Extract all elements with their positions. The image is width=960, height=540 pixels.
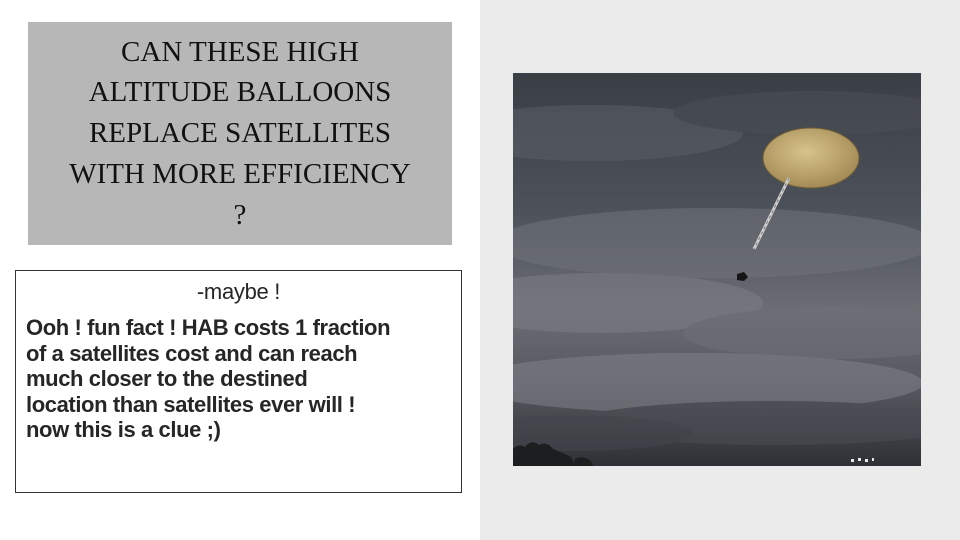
balloon-envelope <box>762 127 860 189</box>
body-text-box: -maybe ! Ooh ! fun fact ! HAB costs 1 fr… <box>15 270 462 493</box>
title-line: WITH MORE EFFICIENCY <box>69 157 411 190</box>
fact-line: of a satellites cost and can reach <box>26 340 358 366</box>
fact-line: much closer to the destined <box>26 366 308 391</box>
balloon-photo <box>513 73 921 466</box>
title-line: ? <box>233 198 247 231</box>
maybe-text: -maybe ! <box>196 279 281 304</box>
slide-title: CAN THESE HIGH ALTITUDE BALLOONS REPLACE… <box>63 32 417 236</box>
title-line: REPLACE SATELLITES <box>88 117 392 150</box>
title-line: CAN THESE HIGH <box>121 35 359 68</box>
title-box: CAN THESE HIGH ALTITUDE BALLOONS REPLACE… <box>28 22 452 245</box>
title-line: ALTITUDE BALLOONS <box>88 76 392 109</box>
fun-fact-paragraph: Ooh ! fun fact ! HAB costs 1 fraction of… <box>26 315 451 443</box>
fact-line: location than satellites ever will ! <box>26 391 356 417</box>
fact-line: Ooh ! fun fact ! HAB costs 1 fraction <box>26 315 391 340</box>
fact-line: now this is a clue ;) <box>26 417 221 442</box>
